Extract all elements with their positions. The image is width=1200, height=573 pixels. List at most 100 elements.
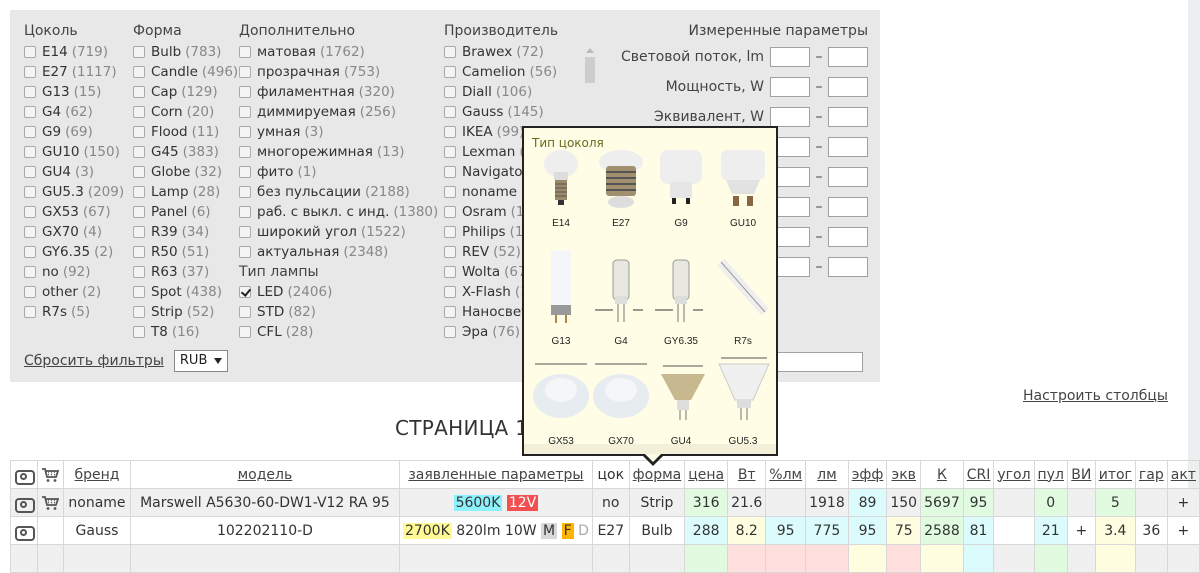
range-max-input[interactable] bbox=[828, 257, 868, 277]
checkbox[interactable] bbox=[239, 326, 251, 338]
extra-option[interactable]: филаментная (320) bbox=[239, 82, 438, 102]
checkbox[interactable] bbox=[239, 106, 251, 118]
base-option[interactable]: GX70 (4) bbox=[24, 222, 124, 242]
checkbox[interactable] bbox=[444, 46, 456, 58]
shape-option[interactable]: Corn (20) bbox=[133, 102, 238, 122]
header-kelvin[interactable]: К bbox=[920, 460, 964, 489]
table-row[interactable]: noname Marswell A5630-60-DW1-V12 RA 95 5… bbox=[10, 488, 1200, 517]
currency-select[interactable]: RUB bbox=[173, 350, 229, 372]
sort-eff-link[interactable]: эфф bbox=[852, 467, 884, 483]
sort-watt-link[interactable]: Вт bbox=[738, 467, 756, 483]
checkbox[interactable] bbox=[133, 306, 145, 318]
table-row[interactable] bbox=[10, 544, 1200, 573]
sort-total-link[interactable]: итог bbox=[1099, 467, 1132, 483]
sort-warranty-link[interactable]: гар bbox=[1139, 467, 1164, 483]
extra-option[interactable]: без пульсации (2188) bbox=[239, 182, 438, 202]
checkbox[interactable] bbox=[24, 166, 36, 178]
base-option[interactable]: G4 (62) bbox=[24, 102, 124, 122]
checkbox[interactable] bbox=[24, 86, 36, 98]
checkbox[interactable] bbox=[239, 286, 251, 298]
checkbox[interactable] bbox=[239, 206, 251, 218]
checkbox[interactable] bbox=[24, 66, 36, 78]
checkbox[interactable] bbox=[133, 266, 145, 278]
lamp-type-option[interactable]: STD (82) bbox=[239, 302, 438, 322]
checkbox[interactable] bbox=[239, 126, 251, 138]
range-min-input[interactable] bbox=[770, 47, 810, 67]
range-max-input[interactable] bbox=[828, 77, 868, 97]
base-option[interactable]: GY6.35 (2) bbox=[24, 242, 124, 262]
checkbox[interactable] bbox=[24, 146, 36, 158]
checkbox[interactable] bbox=[444, 266, 456, 278]
maker-option[interactable]: Brawex (72) bbox=[444, 42, 599, 62]
checkbox[interactable] bbox=[24, 206, 36, 218]
sort-shape-link[interactable]: форма bbox=[633, 467, 682, 483]
checkbox[interactable] bbox=[24, 306, 36, 318]
extra-option[interactable]: многорежимная (13) bbox=[239, 142, 438, 162]
checkbox[interactable] bbox=[133, 166, 145, 178]
checkbox[interactable] bbox=[239, 166, 251, 178]
sort-switch-ind-link[interactable]: ВИ bbox=[1071, 467, 1091, 483]
sort-kelvin-link[interactable]: К bbox=[937, 467, 947, 483]
header-price[interactable]: цена bbox=[684, 460, 729, 489]
maker-option[interactable]: Camelion (56) bbox=[444, 62, 599, 82]
shape-option[interactable]: Globe (32) bbox=[133, 162, 238, 182]
checkbox[interactable] bbox=[444, 326, 456, 338]
maker-option[interactable]: Gauss (145) bbox=[444, 102, 599, 122]
checkbox[interactable] bbox=[133, 186, 145, 198]
base-option[interactable]: G9 (69) bbox=[24, 122, 124, 142]
checkbox[interactable] bbox=[444, 66, 456, 78]
extra-option[interactable]: широкий угол (1522) bbox=[239, 222, 438, 242]
header-switch-ind[interactable]: ВИ bbox=[1066, 460, 1096, 489]
checkbox[interactable] bbox=[133, 106, 145, 118]
shape-option[interactable]: Lamp (28) bbox=[133, 182, 238, 202]
shape-option[interactable]: R63 (37) bbox=[133, 262, 238, 282]
camera-icon[interactable] bbox=[14, 524, 35, 541]
base-option[interactable]: R7s (5) bbox=[24, 302, 124, 322]
range-max-input[interactable] bbox=[828, 167, 868, 187]
extra-option[interactable]: умная (3) bbox=[239, 122, 438, 142]
checkbox[interactable] bbox=[133, 126, 145, 138]
base-option[interactable]: GU10 (150) bbox=[24, 142, 124, 162]
extra-option[interactable]: фито (1) bbox=[239, 162, 438, 182]
shape-option[interactable]: Bulb (783) bbox=[133, 42, 238, 62]
maker-option[interactable]: Diall (106) bbox=[444, 82, 599, 102]
base-option[interactable]: G13 (15) bbox=[24, 82, 124, 102]
checkbox[interactable] bbox=[444, 86, 456, 98]
scroll-up-arrow-icon[interactable] bbox=[586, 48, 594, 53]
checkbox[interactable] bbox=[24, 266, 36, 278]
shape-option[interactable]: T8 (16) bbox=[133, 322, 238, 342]
header-lm[interactable]: лм bbox=[805, 460, 849, 489]
checkbox[interactable] bbox=[24, 106, 36, 118]
checkbox[interactable] bbox=[444, 226, 456, 238]
range-min-input[interactable] bbox=[770, 107, 810, 127]
base-option[interactable]: E27 (1117) bbox=[24, 62, 124, 82]
checkbox[interactable] bbox=[239, 86, 251, 98]
shape-option[interactable]: R39 (34) bbox=[133, 222, 238, 242]
sort-lm-link[interactable]: лм bbox=[817, 467, 837, 483]
shape-option[interactable]: Cap (129) bbox=[133, 82, 238, 102]
base-option[interactable]: GU4 (3) bbox=[24, 162, 124, 182]
camera-icon[interactable] bbox=[14, 496, 35, 513]
range-max-input[interactable] bbox=[828, 107, 868, 127]
shape-option[interactable]: Flood (11) bbox=[133, 122, 238, 142]
photo-cell[interactable] bbox=[10, 516, 38, 545]
extra-option[interactable]: диммируемая (256) bbox=[239, 102, 438, 122]
shape-option[interactable]: Candle (496) bbox=[133, 62, 238, 82]
sort-params-link[interactable]: заявленные параметры bbox=[408, 467, 583, 483]
extra-option[interactable]: матовая (1762) bbox=[239, 42, 438, 62]
checkbox[interactable] bbox=[133, 286, 145, 298]
shape-option[interactable]: G45 (383) bbox=[133, 142, 238, 162]
checkbox[interactable] bbox=[133, 226, 145, 238]
header-pct-lm[interactable]: %лм bbox=[765, 460, 807, 489]
checkbox[interactable] bbox=[133, 46, 145, 58]
checkbox[interactable] bbox=[444, 286, 456, 298]
checkbox[interactable] bbox=[24, 246, 36, 258]
shape-option[interactable]: Panel (6) bbox=[133, 202, 238, 222]
range-max-input[interactable] bbox=[828, 197, 868, 217]
checkbox[interactable] bbox=[24, 186, 36, 198]
sort-brand-link[interactable]: бренд bbox=[75, 467, 120, 483]
header-watt[interactable]: Вт bbox=[727, 460, 767, 489]
checkbox[interactable] bbox=[239, 146, 251, 158]
checkbox[interactable] bbox=[133, 246, 145, 258]
model-cell[interactable]: Marswell A5630-60-DW1-V12 RA 95 bbox=[129, 488, 400, 517]
